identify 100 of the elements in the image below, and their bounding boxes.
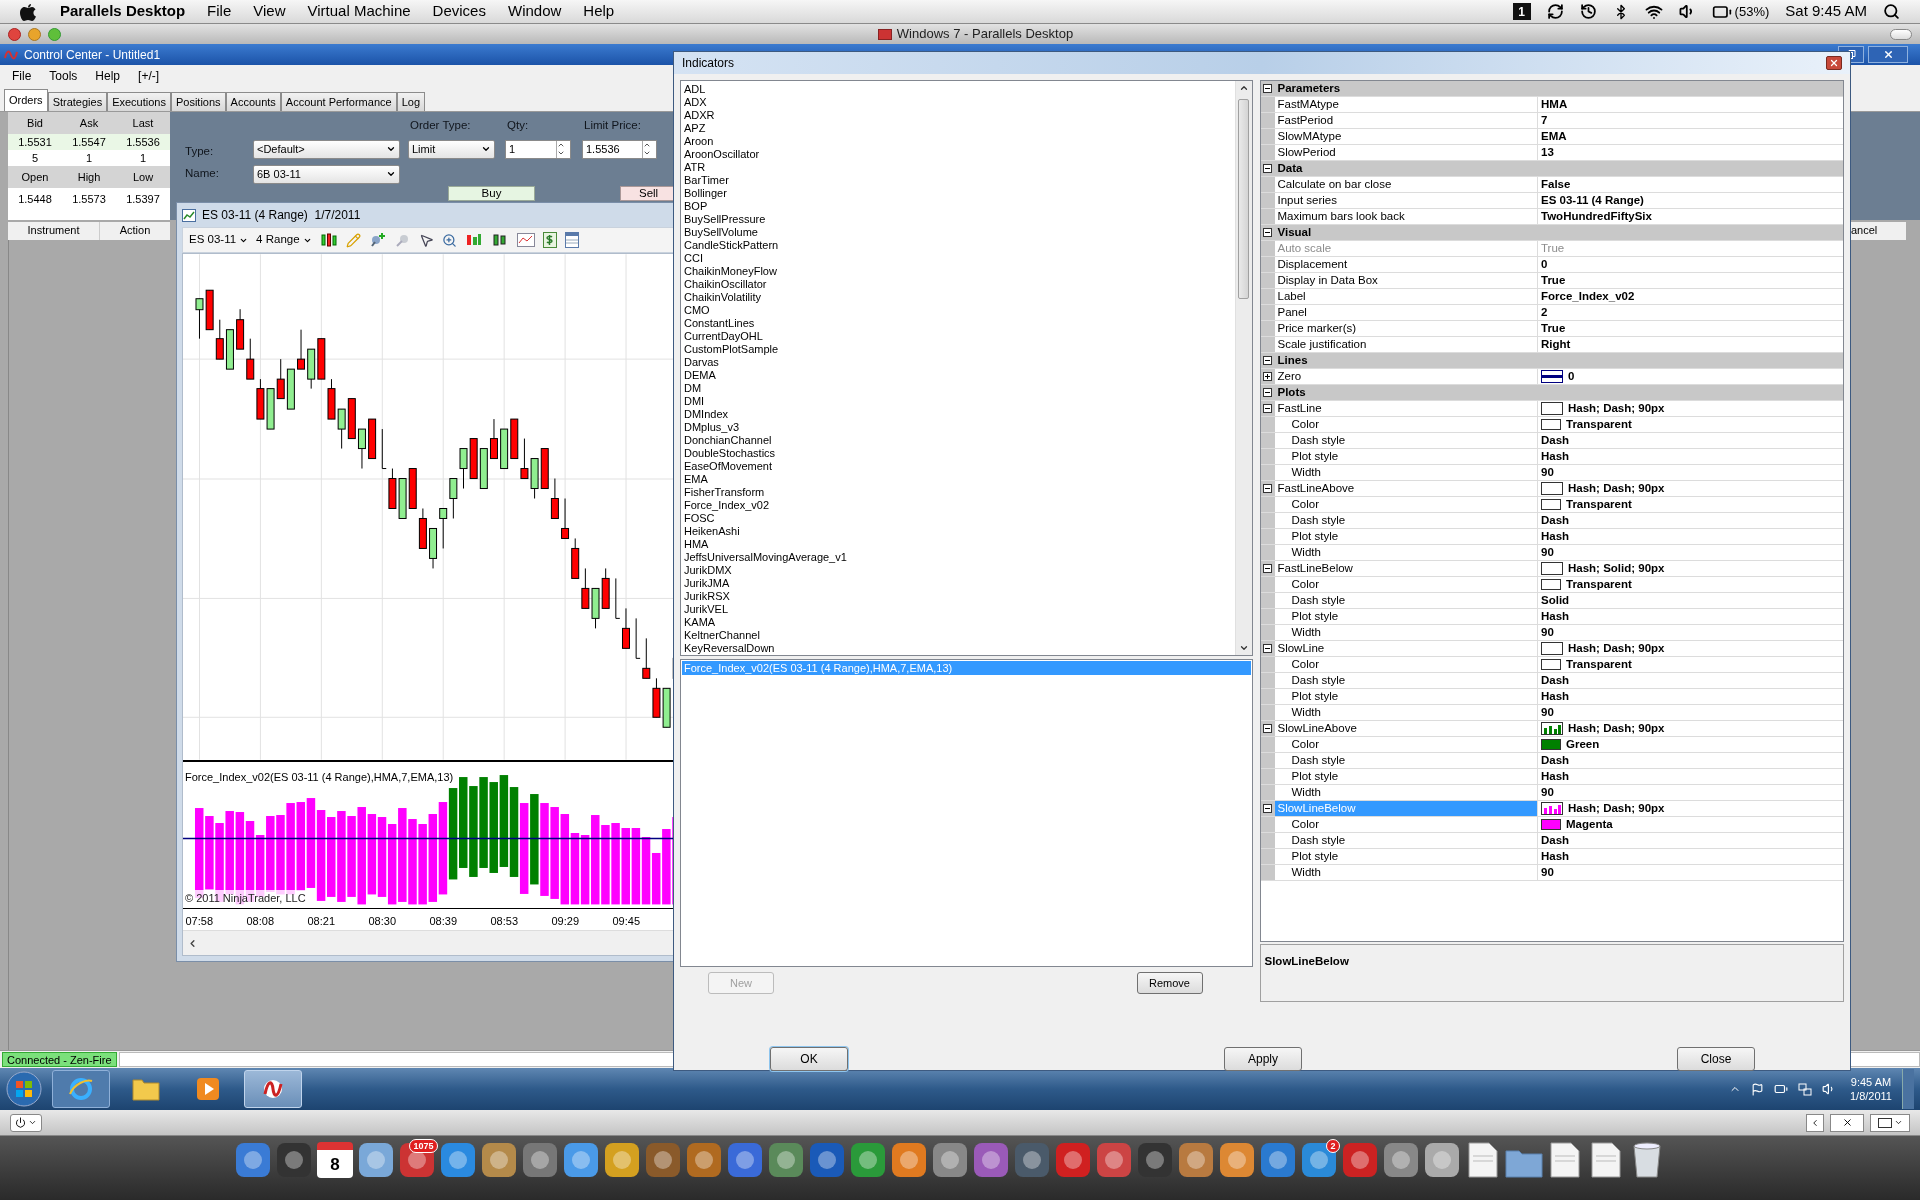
list-item[interactable]: ADXR	[684, 109, 1235, 122]
list-item[interactable]: Darvas	[684, 356, 1235, 369]
list-item[interactable]: KeyReversalDown	[684, 642, 1235, 655]
close-button[interactable]: Close	[1677, 1047, 1755, 1071]
list-item[interactable]: DEMA	[684, 369, 1235, 382]
menu-item[interactable]: Window	[507, 0, 562, 23]
list-item[interactable]: CustomPlotSample	[684, 343, 1235, 356]
property-name[interactable]: SlowLineAbove	[1274, 721, 1537, 736]
limit-price-field[interactable]: 1.5536	[582, 139, 657, 159]
list-item[interactable]: HeikenAshi	[684, 525, 1235, 538]
list-item[interactable]: BarTimer	[684, 174, 1235, 187]
property-name[interactable]: Plot style	[1288, 609, 1537, 624]
tab[interactable]: Account Performance	[280, 92, 397, 111]
period-dropdown[interactable]: 4 Range	[256, 231, 312, 249]
property-name[interactable]: Width	[1288, 465, 1537, 480]
list-item[interactable]: FOSC	[684, 512, 1235, 525]
list-item[interactable]: CCI	[684, 252, 1235, 265]
list-item[interactable]: DM	[684, 382, 1235, 395]
list-item[interactable]: JurikRSX	[684, 590, 1235, 603]
tab[interactable]: Orders	[4, 89, 48, 111]
qty-field[interactable]: 1	[505, 139, 571, 159]
property-name[interactable]: Input series	[1274, 193, 1537, 208]
list-item[interactable]: DMplus_v3	[684, 421, 1235, 434]
list-item[interactable]: KAMA	[684, 616, 1235, 629]
type-select[interactable]: <Default>	[253, 139, 400, 159]
property-name[interactable]: Width	[1288, 625, 1537, 640]
property-name[interactable]: Dash style	[1288, 753, 1537, 768]
list-item[interactable]: KeltnerChannel	[684, 629, 1235, 642]
list-item[interactable]: EMA	[684, 473, 1235, 486]
tab[interactable]: Accounts	[225, 92, 281, 111]
property-name[interactable]: SlowLine	[1274, 641, 1537, 656]
list-item[interactable]: HMA	[684, 538, 1235, 551]
list-item[interactable]: ConstantLines	[684, 317, 1235, 330]
list-item[interactable]: JeffsUniversalMovingAverage_v1	[684, 551, 1235, 564]
tab[interactable]: Executions	[107, 92, 171, 111]
property-name[interactable]: Plot style	[1288, 849, 1537, 864]
property-name[interactable]: Scale justification	[1274, 337, 1537, 352]
property-name[interactable]: SlowPeriod	[1274, 145, 1537, 160]
property-name[interactable]: Displacement	[1274, 257, 1537, 272]
tab[interactable]: Positions	[170, 92, 226, 111]
property-name[interactable]: Plot style	[1288, 449, 1537, 464]
menu-item[interactable]: Virtual Machine	[307, 0, 411, 23]
property-name[interactable]: Color	[1288, 737, 1537, 752]
property-name[interactable]: FastMAtype	[1274, 97, 1537, 112]
property-name[interactable]: FastPeriod	[1274, 113, 1537, 128]
property-name[interactable]: Dash style	[1288, 593, 1537, 608]
menu-item[interactable]: Devices	[432, 0, 486, 23]
list-item[interactable]: ATR	[684, 161, 1235, 174]
menu-item[interactable]: File	[12, 67, 32, 85]
property-name[interactable]: Zero	[1274, 369, 1537, 384]
list-item[interactable]: BuySellVolume	[684, 226, 1235, 239]
taskbar-date[interactable]: 1/8/2011	[1850, 1089, 1892, 1103]
category-header[interactable]: Parameters	[1274, 79, 1341, 98]
list-item[interactable]: DMI	[684, 395, 1235, 408]
order-type-select[interactable]: Limit	[408, 139, 495, 159]
property-name[interactable]: Panel	[1274, 305, 1537, 320]
property-name[interactable]: Width	[1288, 705, 1537, 720]
property-name[interactable]: Dash style	[1288, 513, 1537, 528]
property-name[interactable]: Plot style	[1288, 529, 1537, 544]
property-name[interactable]: Width	[1288, 865, 1537, 880]
list-item[interactable]: CMO	[684, 304, 1235, 317]
app-menu[interactable]: Parallels Desktop	[60, 0, 186, 23]
list-item[interactable]: CurrentDayOHL	[684, 330, 1235, 343]
property-name[interactable]: Display in Data Box	[1274, 273, 1537, 288]
property-name[interactable]: Color	[1288, 497, 1537, 512]
taskbar-clock[interactable]: 9:45 AM	[1850, 1075, 1892, 1089]
name-select[interactable]: 6B 03-11	[253, 164, 400, 184]
list-item[interactable]: Aroon	[684, 135, 1235, 148]
property-name[interactable]: Label	[1274, 289, 1537, 304]
list-item[interactable]: ADL	[684, 83, 1235, 96]
instrument-dropdown[interactable]: ES 03-11	[189, 231, 249, 249]
list-item[interactable]: Force_Index_v02	[684, 499, 1235, 512]
list-item[interactable]: ChaikinVolatility	[684, 291, 1235, 304]
list-item[interactable]: DMIndex	[684, 408, 1235, 421]
property-name[interactable]: Width	[1288, 785, 1537, 800]
list-item[interactable]: BOP	[684, 200, 1235, 213]
tab[interactable]: Log	[396, 92, 425, 111]
remove-button[interactable]: Remove	[1136, 972, 1203, 994]
list-item[interactable]: ADX	[684, 96, 1235, 109]
list-item[interactable]: APZ	[684, 122, 1235, 135]
calendar-icon[interactable]: 8	[317, 1142, 353, 1178]
spaces-indicator[interactable]: 1	[1512, 3, 1531, 20]
list-item[interactable]: EaseOfMovement	[684, 460, 1235, 473]
property-name[interactable]: Color	[1288, 657, 1537, 672]
list-item[interactable]: ChaikinOscillator	[684, 278, 1235, 291]
category-header[interactable]: Lines	[1274, 351, 1308, 370]
property-name[interactable]: SlowMAtype	[1274, 129, 1537, 144]
category-header[interactable]: Data	[1274, 159, 1303, 178]
list-item[interactable]: ChaikinMoneyFlow	[684, 265, 1235, 278]
list-item[interactable]: JurikVEL	[684, 603, 1235, 616]
property-name[interactable]: FastLine	[1274, 401, 1537, 416]
menu-item[interactable]: Tools	[49, 67, 78, 85]
property-name[interactable]: Maximum bars look back	[1274, 209, 1537, 224]
list-item[interactable]: BuySellPressure	[684, 213, 1235, 226]
category-header[interactable]: Plots	[1274, 383, 1306, 402]
property-name[interactable]: Width	[1288, 545, 1537, 560]
property-name[interactable]: Price marker(s)	[1274, 321, 1537, 336]
property-name[interactable]: Dash style	[1288, 673, 1537, 688]
property-name[interactable]: Dash style	[1288, 833, 1537, 848]
apply-button[interactable]: Apply	[1224, 1047, 1302, 1071]
